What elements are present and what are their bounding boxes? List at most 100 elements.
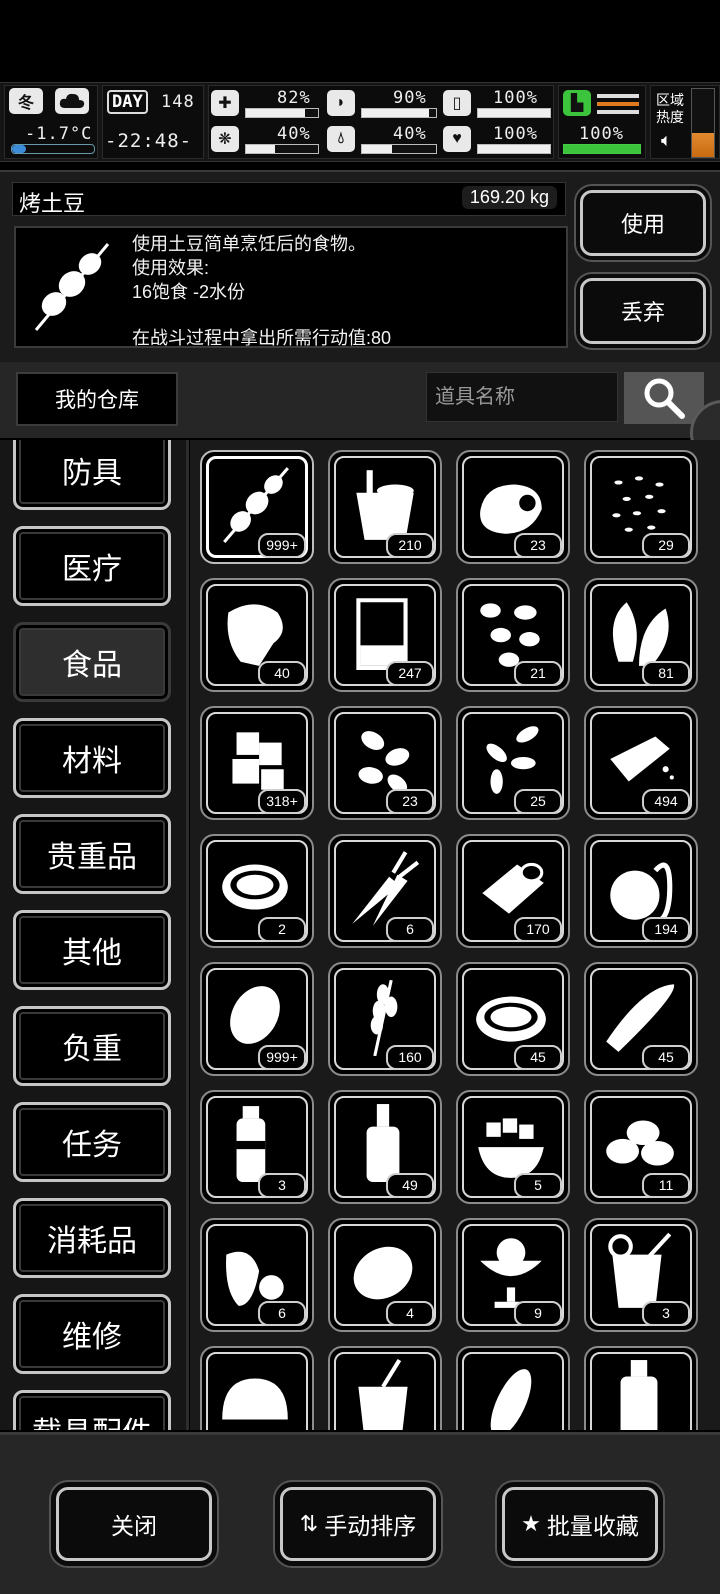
beaker-icon (356, 598, 408, 670)
inventory-slot[interactable]: 999+ (200, 450, 314, 564)
item-count-badge: 210 (386, 533, 434, 558)
inventory-slot[interactable]: 9 (456, 1218, 570, 1332)
steak-icon (227, 604, 283, 666)
sugar-cubes-icon (232, 732, 284, 790)
capsule-icon: ▯ (443, 90, 471, 116)
clock-readout: -22:48- (105, 130, 193, 152)
raw-meat-icon (480, 484, 542, 534)
sauce-bottle-icon (236, 1106, 266, 1182)
almonds-icon (358, 731, 410, 793)
category-medical[interactable]: 医疗 (13, 526, 171, 606)
zone-heat-label: 区域 热度 (656, 92, 684, 125)
liquor-bottle-icon (366, 1104, 400, 1182)
inventory-slot[interactable]: 49 (328, 1090, 442, 1204)
inventory-slot[interactable]: 160 (328, 962, 442, 1076)
health-value: 82% (277, 88, 311, 108)
item-count-badge: 6 (386, 917, 434, 942)
heart-icon: ♥ (443, 126, 471, 152)
day-counter: 148 (161, 92, 195, 112)
item-count-badge: 49 (386, 1173, 434, 1198)
zone-heat-panel[interactable]: 区域 热度 🔈︎ (650, 85, 720, 159)
manual-sort-button[interactable]: ⇅ 手动排序 (280, 1487, 436, 1561)
item-detail-panel: 烤土豆 169.20 kg 使用土豆简单烹饪后的食物。 使用效果: 16饱食 -… (0, 170, 720, 364)
category-other[interactable]: 其他 (13, 910, 171, 990)
carrot-icon (352, 851, 420, 926)
inventory-slot[interactable] (456, 1346, 570, 1430)
inventory-slot[interactable]: 494 (584, 706, 698, 820)
inventory-slot[interactable]: 23 (456, 450, 570, 564)
sanity-bar (245, 144, 319, 154)
search-input[interactable] (426, 372, 618, 422)
inventory-slot[interactable]: 170 (456, 834, 570, 948)
stomach-icon: ◗ (327, 90, 355, 116)
weather-panel: 冬 -1.7°C (4, 85, 98, 159)
close-button[interactable]: 关闭 (56, 1487, 212, 1561)
category-sidebar[interactable]: 防具 医疗 食品 材料 贵重品 其他 负重 任务 消耗品 维修 载具配件 (0, 440, 189, 1430)
category-load[interactable]: 负重 (13, 1006, 171, 1086)
status-bar: 冬 -1.7°C DAY 148 -22:48- ✚ 82% ◗ 90% ▯ 1… (0, 82, 720, 162)
category-vehicle-parts[interactable]: 载具配件 (13, 1390, 171, 1430)
temperature-readout: -1.7°C (25, 124, 93, 144)
health-bar (245, 108, 319, 118)
medkit-icon: ✚ (211, 90, 239, 116)
inventory-slot[interactable]: 11 (584, 1090, 698, 1204)
juice-glass-icon (608, 1232, 672, 1308)
zone-heat-meter (691, 88, 715, 158)
item-count-badge: 4 (386, 1301, 434, 1326)
inventory-slot[interactable]: 25 (456, 706, 570, 820)
inventory-slot[interactable] (200, 1346, 314, 1430)
item-count-badge: 9 (514, 1301, 562, 1326)
grilled-potato-skewer-icon (22, 234, 122, 334)
inventory-slot[interactable]: 81 (584, 578, 698, 692)
warehouse-toolbar: 我的仓库 (0, 362, 720, 438)
item-count-badge: 3 (642, 1301, 690, 1326)
inventory-slot[interactable] (328, 1346, 442, 1430)
item-count-badge: 40 (258, 661, 306, 686)
category-food[interactable]: 食品 (13, 622, 171, 702)
inventory-slot[interactable]: 40 (200, 578, 314, 692)
hydration-bar (361, 144, 437, 154)
inventory-slot[interactable]: 29 (584, 450, 698, 564)
item-header: 烤土豆 169.20 kg (12, 182, 566, 216)
stamina-value: 100% (579, 124, 624, 144)
inventory-slot[interactable]: 247 (328, 578, 442, 692)
inventory-slot[interactable]: 23 (328, 706, 442, 820)
batch-favorite-button[interactable]: ★ 批量收藏 (502, 1487, 658, 1561)
inventory-slot[interactable] (584, 1346, 698, 1430)
beans-icon (480, 603, 540, 667)
inventory-slot[interactable]: 45 (456, 962, 570, 1076)
item-count-badge: 194 (642, 917, 690, 942)
category-consumables[interactable]: 消耗品 (13, 1198, 171, 1278)
satiety-bar (361, 108, 437, 118)
inventory-slot[interactable]: 21 (456, 578, 570, 692)
mood-bar (477, 144, 551, 154)
inventory-slot[interactable]: 3 (200, 1090, 314, 1204)
category-repair[interactable]: 维修 (13, 1294, 171, 1374)
inventory-slot[interactable]: 5 (456, 1090, 570, 1204)
search-button[interactable] (624, 372, 704, 424)
inventory-slot[interactable]: 45 (584, 962, 698, 1076)
stew-pot-icon (222, 864, 288, 910)
speaker-icon[interactable]: 🔈︎ (661, 130, 672, 151)
inventory-slot[interactable]: 194 (584, 834, 698, 948)
inventory-slot[interactable]: 6 (200, 1218, 314, 1332)
category-valuables[interactable]: 贵重品 (13, 814, 171, 894)
star-icon: ★ (521, 1511, 541, 1536)
inventory-slot[interactable]: 318+ (200, 706, 314, 820)
inventory-slot[interactable]: 210 (328, 450, 442, 564)
inventory-slot[interactable]: 6 (328, 834, 442, 948)
category-materials[interactable]: 材料 (13, 718, 171, 798)
inventory-slot[interactable]: 2 (200, 834, 314, 948)
category-armor[interactable]: 防具 (13, 440, 171, 510)
category-quest[interactable]: 任务 (13, 1102, 171, 1182)
cloud-icon (55, 88, 89, 114)
stamina-panel: ▙ 100% (558, 85, 646, 159)
description-line: 使用土豆简单烹饪后的食物。 (132, 234, 366, 254)
inventory-slot[interactable]: 3 (584, 1218, 698, 1332)
inventory-slot[interactable]: 4 (328, 1218, 442, 1332)
use-button[interactable]: 使用 (580, 190, 706, 256)
inventory-slot[interactable]: 999+ (200, 962, 314, 1076)
hydration-value: 40% (393, 124, 427, 144)
item-count-badge: 81 (642, 661, 690, 686)
discard-button[interactable]: 丢弃 (580, 278, 706, 344)
